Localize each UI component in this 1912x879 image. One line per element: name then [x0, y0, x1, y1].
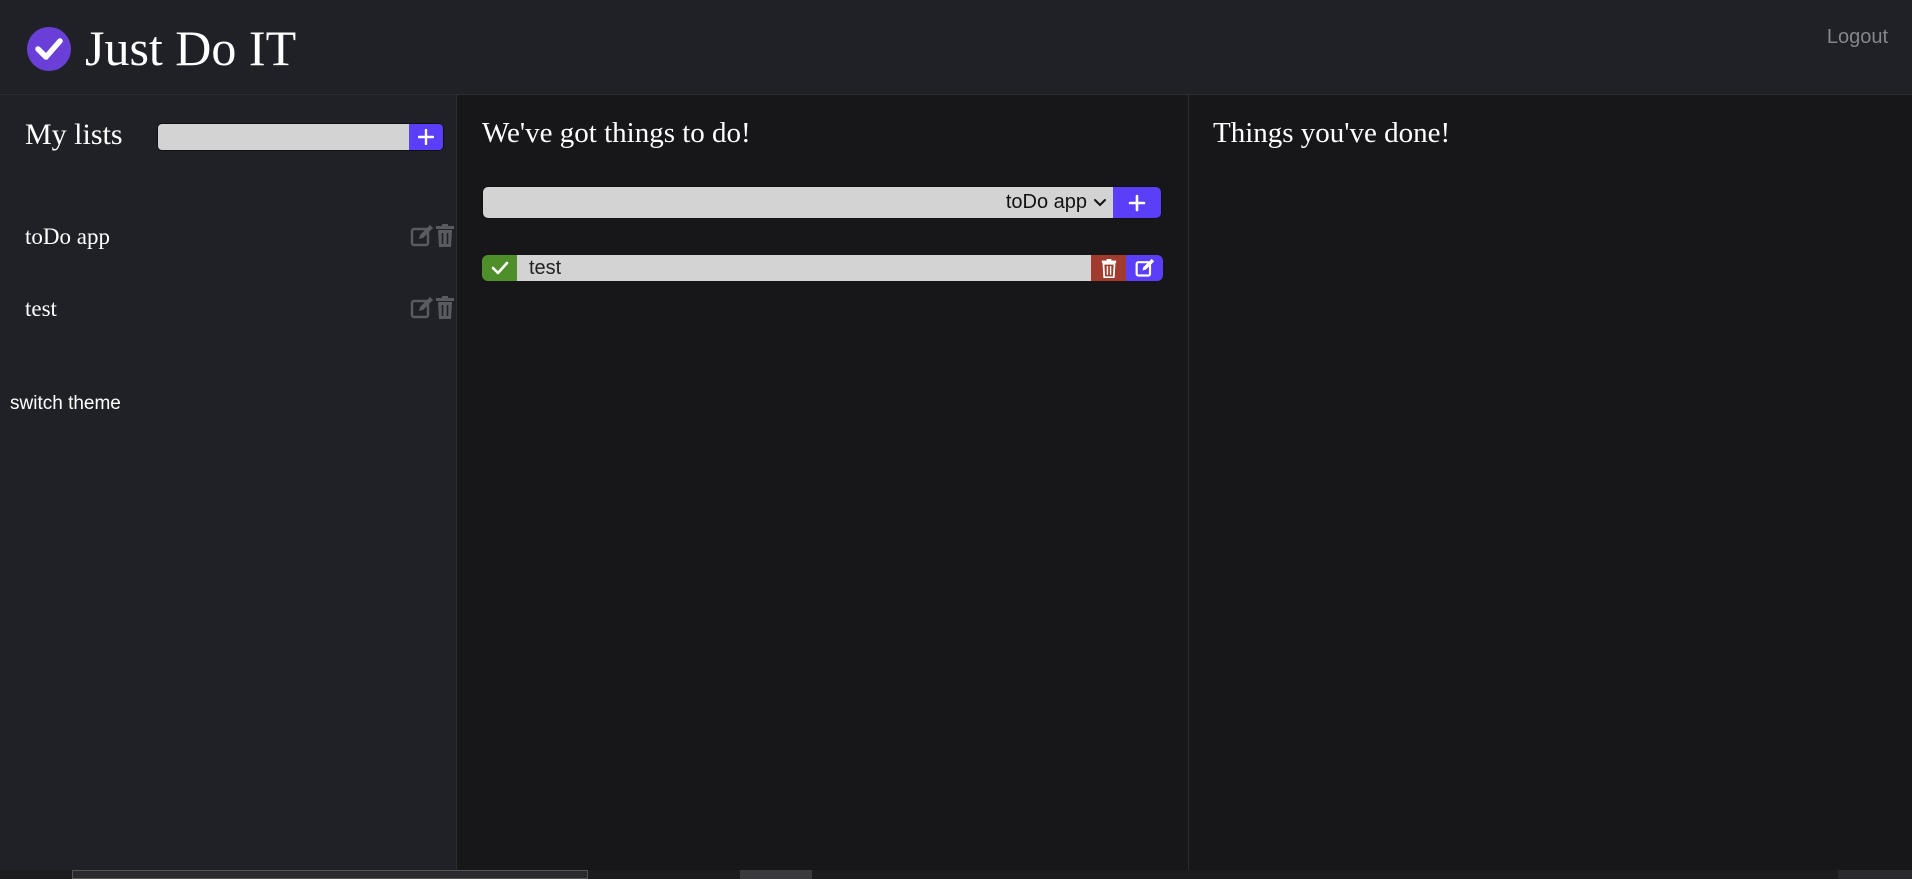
edit-icon[interactable] — [410, 296, 434, 320]
new-list-form — [157, 123, 444, 151]
edit-icon — [1135, 258, 1154, 277]
app-header: Just Do IT Logout — [0, 0, 1912, 95]
switch-theme-button[interactable]: switch theme — [10, 393, 121, 415]
list-item-label: test — [25, 296, 57, 321]
add-task-button[interactable] — [1113, 187, 1161, 218]
task-item: test — [482, 255, 1163, 281]
taskbar-item[interactable] — [72, 870, 588, 879]
sidebar-list-item[interactable]: test — [0, 289, 457, 329]
app-title: Just Do IT — [85, 20, 297, 76]
chevron-down-icon — [1094, 198, 1106, 206]
plus-icon — [1128, 194, 1146, 211]
sidebar: My lists toDo app test switch theme — [0, 95, 457, 870]
trash-icon — [1101, 258, 1116, 278]
todo-title: We've got things to do! — [482, 117, 751, 149]
complete-task-button[interactable] — [482, 255, 517, 281]
list-select-value: toDo app — [1005, 191, 1087, 213]
todo-panel: We've got things to do! toDo app test — [457, 95, 1189, 870]
check-icon — [491, 261, 508, 275]
sidebar-list-item[interactable]: toDo app — [0, 217, 457, 257]
done-panel: Things you've done! — [1189, 95, 1912, 870]
logout-link[interactable]: Logout — [1827, 26, 1888, 49]
new-list-input[interactable] — [158, 124, 409, 150]
list-item-label: toDo app — [25, 224, 110, 249]
task-text: test — [517, 255, 1091, 281]
check-circle-icon — [27, 27, 71, 71]
taskbar-item[interactable] — [740, 870, 812, 879]
edit-task-button[interactable] — [1126, 255, 1163, 281]
edit-icon[interactable] — [410, 224, 434, 248]
new-task-form: toDo app — [482, 186, 1162, 219]
sidebar-title: My lists — [25, 118, 123, 151]
delete-task-button[interactable] — [1091, 255, 1126, 281]
taskbar-item[interactable] — [1838, 870, 1912, 879]
add-list-button[interactable] — [409, 124, 443, 150]
list-select[interactable]: toDo app — [1005, 187, 1113, 218]
trash-icon[interactable] — [435, 296, 455, 320]
done-title: Things you've done! — [1213, 117, 1451, 149]
trash-icon[interactable] — [435, 224, 455, 248]
bottom-taskbar — [0, 870, 1912, 879]
plus-icon — [418, 129, 434, 145]
new-task-input[interactable] — [483, 187, 1006, 218]
